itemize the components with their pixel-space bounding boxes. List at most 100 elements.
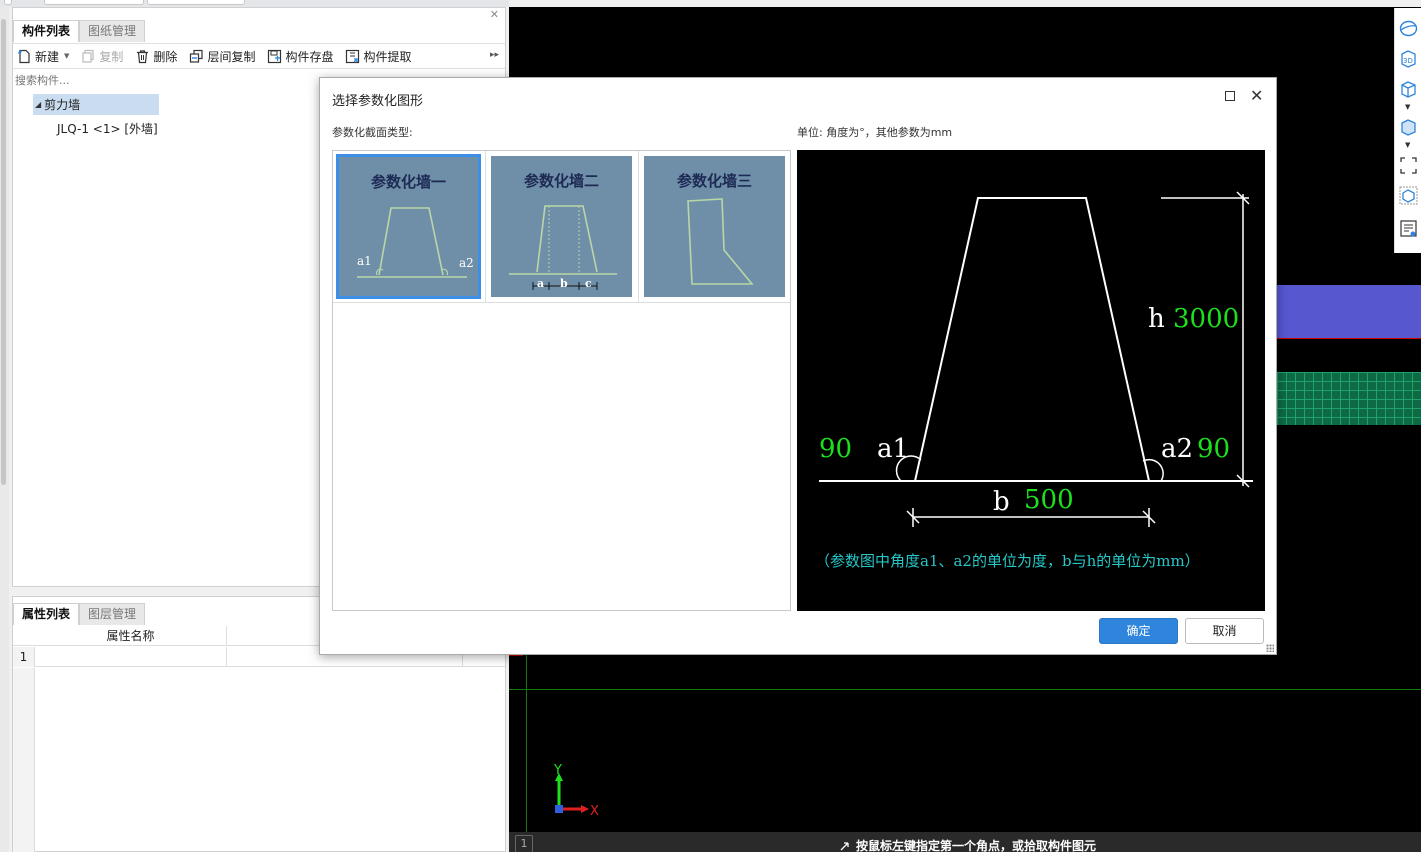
new-icon bbox=[18, 49, 30, 63]
maximize-icon[interactable] bbox=[1225, 91, 1235, 101]
preview-h-value: 3000 bbox=[1173, 304, 1240, 334]
floor-copy-label: 层间复制 bbox=[207, 49, 256, 64]
shape-type-grid: 参数化墙一 a1 a2 参数化墙二 a b c 参数化墙三 bbox=[332, 150, 791, 611]
tab-drawing-management[interactable]: 图纸管理 bbox=[79, 20, 146, 42]
status-hint-text: 按鼠标左键指定第一个角点，或拾取构件图元 bbox=[856, 839, 1097, 852]
3d-view-icon[interactable]: 3D bbox=[1398, 48, 1419, 69]
preview-b-value: 500 bbox=[1024, 485, 1074, 515]
save-component-button[interactable]: 构件存盘 bbox=[267, 48, 333, 65]
search-input[interactable] bbox=[15, 72, 315, 88]
delete-button[interactable]: 删除 bbox=[135, 48, 177, 65]
tab-layer-management[interactable]: 图层管理 bbox=[79, 603, 146, 625]
new-label: 新建 bbox=[35, 49, 60, 64]
tree-group-shear-wall[interactable]: ◢ 剪力墙 bbox=[33, 94, 159, 115]
coordinate-axis: Y X bbox=[553, 763, 599, 819]
tree-item[interactable]: JLQ-1 <1> [外墙] bbox=[57, 120, 158, 137]
new-button[interactable]: 新建 ▼ bbox=[17, 48, 69, 65]
property-name-cell[interactable] bbox=[35, 647, 227, 667]
component-toolbar: 新建 ▼ 复制 删除 层间复制 构件存盘 构件提取 ▸▸ bbox=[13, 43, 505, 69]
save-icon bbox=[268, 49, 282, 63]
thumb-label-a1: a1 bbox=[357, 254, 372, 268]
thumb-label-c: c bbox=[585, 277, 592, 290]
preview-a1-label: a1 bbox=[877, 434, 910, 464]
floor-copy-button[interactable]: 层间复制 bbox=[189, 48, 255, 65]
tree-group-label: 剪力墙 bbox=[44, 98, 81, 112]
preview-a2-value: 90 bbox=[1197, 434, 1231, 464]
property-panel-tabs: 属性列表 图层管理 bbox=[13, 603, 146, 625]
extract-component-label: 构件提取 bbox=[363, 49, 412, 64]
shape-option-wall-2[interactable]: 参数化墙二 a b c bbox=[486, 151, 639, 303]
top-tab-stub[interactable] bbox=[147, 0, 245, 5]
status-number[interactable]: 1 bbox=[515, 835, 533, 852]
caret-down-icon[interactable]: ◢ bbox=[35, 100, 41, 109]
top-tab-stub[interactable] bbox=[44, 0, 144, 5]
extract-icon bbox=[346, 49, 360, 63]
top-strip bbox=[0, 0, 509, 7]
dialog-title: 选择参数化图形 bbox=[332, 94, 424, 109]
green-grid-line bbox=[509, 689, 1421, 690]
view-toolbar: 3D ▼ ▼ bbox=[1394, 8, 1421, 253]
axis-x-label: X bbox=[590, 804, 599, 819]
status-bar: 1 按鼠标左键指定第一个角点，或拾取构件图元 bbox=[509, 832, 1421, 852]
chevron-down-icon[interactable]: ▼ bbox=[1405, 141, 1410, 149]
green-grid-line bbox=[526, 654, 527, 844]
thumb-label-b: b bbox=[560, 277, 568, 290]
close-icon[interactable]: ✕ bbox=[490, 8, 499, 21]
status-hint: 按鼠标左键指定第一个角点，或拾取构件图元 bbox=[839, 837, 1096, 852]
unit-label: 单位: 角度为°，其他参数为mm bbox=[797, 126, 953, 139]
trapezoid-wall-sketch: a1 a2 bbox=[357, 207, 474, 278]
ok-button[interactable]: 确定 bbox=[1099, 618, 1178, 644]
preview-drawing bbox=[819, 191, 1253, 527]
tab-component-list[interactable]: 构件列表 bbox=[13, 20, 80, 42]
red-edge-line bbox=[1277, 338, 1421, 339]
copy-icon bbox=[82, 49, 95, 63]
column-property-name: 属性名称 bbox=[35, 626, 227, 646]
chevron-down-icon[interactable]: ▼ bbox=[1405, 103, 1410, 111]
extract-component-button[interactable]: 构件提取 bbox=[345, 48, 411, 65]
left-scrollbar[interactable] bbox=[0, 7, 9, 852]
floor-copy-icon bbox=[190, 49, 204, 63]
shape-thumbnail: 参数化墙二 a b c bbox=[491, 156, 632, 297]
shape-option-wall-1[interactable]: 参数化墙一 a1 a2 bbox=[333, 151, 486, 303]
wall-element[interactable] bbox=[1277, 285, 1421, 338]
layer-settings-icon[interactable] bbox=[1398, 218, 1419, 239]
copy-button[interactable]: 复制 bbox=[81, 48, 123, 65]
trash-icon bbox=[137, 49, 149, 63]
close-icon[interactable]: ✕ bbox=[1250, 88, 1263, 104]
preview-a2-label: a2 bbox=[1161, 434, 1194, 464]
stepped-wall-sketch bbox=[687, 198, 754, 285]
sphere-icon[interactable] bbox=[1398, 18, 1419, 39]
preview-b-label: b bbox=[993, 487, 1010, 517]
more-icon[interactable]: ▸▸ bbox=[490, 50, 499, 60]
fit-view-icon[interactable] bbox=[1398, 155, 1419, 176]
section-type-label: 参数化截面类型: bbox=[332, 126, 413, 139]
box-view-icon[interactable] bbox=[1398, 116, 1419, 137]
scrollbar-thumb[interactable] bbox=[1, 19, 6, 485]
shape-thumbnail: 参数化墙一 a1 a2 bbox=[336, 154, 481, 299]
cancel-button[interactable]: 取消 bbox=[1185, 618, 1264, 644]
trapezoid-wall-dimension-sketch: a b c bbox=[509, 205, 617, 290]
thumb-label-a2: a2 bbox=[459, 256, 474, 270]
save-component-label: 构件存盘 bbox=[285, 49, 334, 64]
parametric-shape-dialog: 选择参数化图形 ✕ 参数化截面类型: 单位: 角度为°，其他参数为mm 参数化墙… bbox=[319, 77, 1277, 655]
shape-thumbnail: 参数化墙三 bbox=[644, 156, 785, 297]
top-tab-stub[interactable] bbox=[4, 0, 12, 5]
chevron-down-icon[interactable]: ▼ bbox=[64, 52, 69, 60]
preview-h-label: h bbox=[1148, 304, 1165, 334]
copy-label: 复制 bbox=[99, 49, 124, 64]
thumb-label-a: a bbox=[537, 277, 544, 290]
svg-text:3D: 3D bbox=[1403, 57, 1413, 65]
preview-a1-value: 90 bbox=[819, 434, 853, 464]
component-panel-tabs: 构件列表 图纸管理 bbox=[13, 20, 146, 42]
axis-y-label: Y bbox=[553, 763, 562, 778]
grid-element[interactable] bbox=[1277, 372, 1421, 425]
isometric-box-icon[interactable] bbox=[1398, 185, 1419, 206]
shape-option-wall-3[interactable]: 参数化墙三 bbox=[639, 151, 792, 303]
shape-row: 参数化墙一 a1 a2 参数化墙二 a b c 参数化墙三 bbox=[333, 151, 790, 303]
row-number: 1 bbox=[13, 647, 35, 667]
cursor-icon bbox=[840, 841, 849, 850]
cube-icon[interactable] bbox=[1398, 78, 1419, 99]
resize-grip[interactable] bbox=[1266, 644, 1274, 652]
preview-note: （参数图中角度a1、a2的单位为度，b与h的单位为mm） bbox=[815, 552, 1200, 570]
tab-property-list[interactable]: 属性列表 bbox=[13, 603, 80, 625]
